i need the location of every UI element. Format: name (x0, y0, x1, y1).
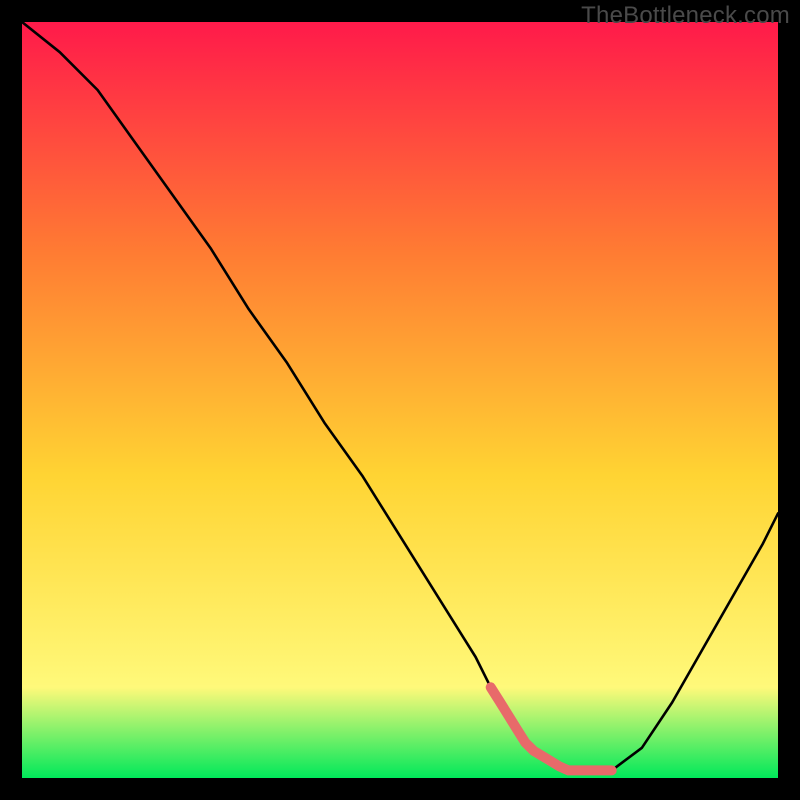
chart-background (22, 22, 778, 778)
bottleneck-chart (22, 22, 778, 778)
watermark-text: TheBottleneck.com (581, 2, 790, 30)
chart-frame: TheBottleneck.com (0, 0, 800, 800)
